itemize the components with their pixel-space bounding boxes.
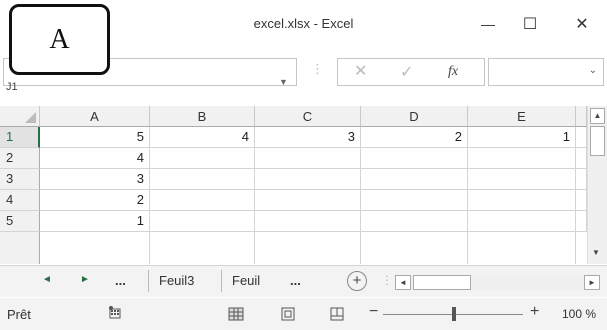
cell-c6[interactable] [255,232,361,264]
tab-feuil-partial[interactable]: Feuil [232,273,260,288]
minimize-button[interactable]: — [468,10,508,38]
formula-input[interactable]: ⌄ [488,58,604,86]
cell-d3[interactable] [361,169,468,190]
scroll-up-icon[interactable]: ▲ [590,108,605,124]
splitter-dots-icon[interactable]: ⋮ [311,61,324,77]
row-header-5[interactable]: 5 [0,211,40,232]
row-header-6[interactable] [0,232,40,264]
cell-c4[interactable] [255,190,361,211]
cell-a3[interactable]: 3 [40,169,150,190]
zoom-slider-knob[interactable] [452,307,456,321]
cell-e5[interactable] [468,211,576,232]
cell-b6[interactable] [150,232,255,264]
cancel-icon[interactable]: ✕ [354,61,367,81]
select-all-corner[interactable] [0,106,40,127]
tab-feuil3[interactable]: Feuil3 [159,273,194,288]
column-header-a[interactable]: A [40,106,150,127]
enter-icon[interactable]: ✓ [400,62,413,82]
add-sheet-icon[interactable]: + [347,271,367,291]
scroll-down-icon[interactable]: ▼ [592,248,600,257]
row-header-4[interactable]: 4 [0,190,40,211]
tab-divider [148,270,149,292]
maximize-icon: ☐ [522,16,538,33]
cell-c2[interactable] [255,148,361,169]
cell-e2[interactable] [468,148,576,169]
normal-view-icon[interactable] [228,307,244,326]
horizontal-scroll-thumb[interactable] [413,275,471,290]
macro-record-icon[interactable] [108,306,122,325]
cell-a4[interactable]: 2 [40,190,150,211]
cell-d1[interactable]: 2 [361,127,468,148]
scroll-left-icon[interactable]: ◄ [395,275,411,290]
row-header-2[interactable]: 2 [0,148,40,169]
cell-c3[interactable] [255,169,361,190]
cell-f2[interactable] [576,148,587,169]
next-sheet-icon[interactable]: ► [80,274,90,285]
cell-e1[interactable]: 1 [468,127,576,148]
function-icon[interactable]: fx [448,64,458,80]
cell-b5[interactable] [150,211,255,232]
formula-tools: ✕ ✓ fx [337,58,485,86]
page-break-view-icon[interactable] [330,307,344,326]
cell-a6[interactable] [40,232,150,264]
status-text: Prêt [7,307,31,322]
cell-d5[interactable] [361,211,468,232]
column-header-c[interactable]: C [255,106,361,127]
tab-divider [221,270,222,292]
page-layout-view-icon[interactable] [281,307,295,326]
tab-splitter-icon[interactable]: ⋮ [381,273,393,287]
name-box-value: J1 [6,81,18,93]
zoom-in-button[interactable]: + [530,303,539,321]
more-sheets-left[interactable]: ... [115,273,126,288]
cell-d6[interactable] [361,232,468,264]
expand-formula-icon[interactable]: ⌄ [589,65,597,76]
cell-f1[interactable] [576,127,587,148]
cell-f3[interactable] [576,169,587,190]
status-bar: Prêt − + 100 % [0,298,607,330]
scroll-right-icon[interactable]: ► [584,275,600,290]
close-icon: ✕ [575,16,589,33]
cell-e6[interactable] [468,232,576,264]
cell-a5[interactable]: 1 [40,211,150,232]
spreadsheet-grid: A B C D E 1 5 4 3 2 1 2 4 3 3 4 2 5 1 [0,106,587,264]
cell-b3[interactable] [150,169,255,190]
row-header-1[interactable]: 1 [0,127,40,148]
cell-a2[interactable]: 4 [40,148,150,169]
column-header-d[interactable]: D [361,106,468,127]
cell-e4[interactable] [468,190,576,211]
zoom-level[interactable]: 100 % [562,307,596,321]
cell-b2[interactable] [150,148,255,169]
previous-sheet-icon[interactable]: ◄ [42,274,52,285]
cell-b1[interactable]: 4 [150,127,255,148]
sheet-tabs-bar: ◄ ► ... Feuil3 Feuil ... + ⋮ ◄ ► [0,265,607,297]
cell-a1[interactable]: 5 [40,127,150,148]
row-header-3[interactable]: 3 [0,169,40,190]
cell-e3[interactable] [468,169,576,190]
maximize-button[interactable]: ☐ [510,10,550,38]
cell-d4[interactable] [361,190,468,211]
close-button[interactable]: ✕ [562,10,602,38]
cell-b4[interactable] [150,190,255,211]
more-sheets-right[interactable]: ... [290,273,301,288]
vertical-scroll-thumb[interactable] [590,126,605,156]
horizontal-scrollbar[interactable]: ◄ ► [395,275,600,290]
cell-d2[interactable] [361,148,468,169]
cell-c5[interactable] [255,211,361,232]
cell-f5[interactable] [576,211,587,232]
column-header-b[interactable]: B [150,106,255,127]
column-header-partial[interactable] [576,106,587,127]
column-header-e[interactable]: E [468,106,576,127]
minimize-icon: — [481,16,495,32]
vertical-scrollbar[interactable]: ▲ ▼ [587,106,607,264]
dropdown-arrow-icon[interactable]: ▼ [279,77,288,87]
callout-label: A [9,4,110,75]
cell-f4[interactable] [576,190,587,211]
zoom-out-button[interactable]: − [369,303,378,321]
cell-c1[interactable]: 3 [255,127,361,148]
